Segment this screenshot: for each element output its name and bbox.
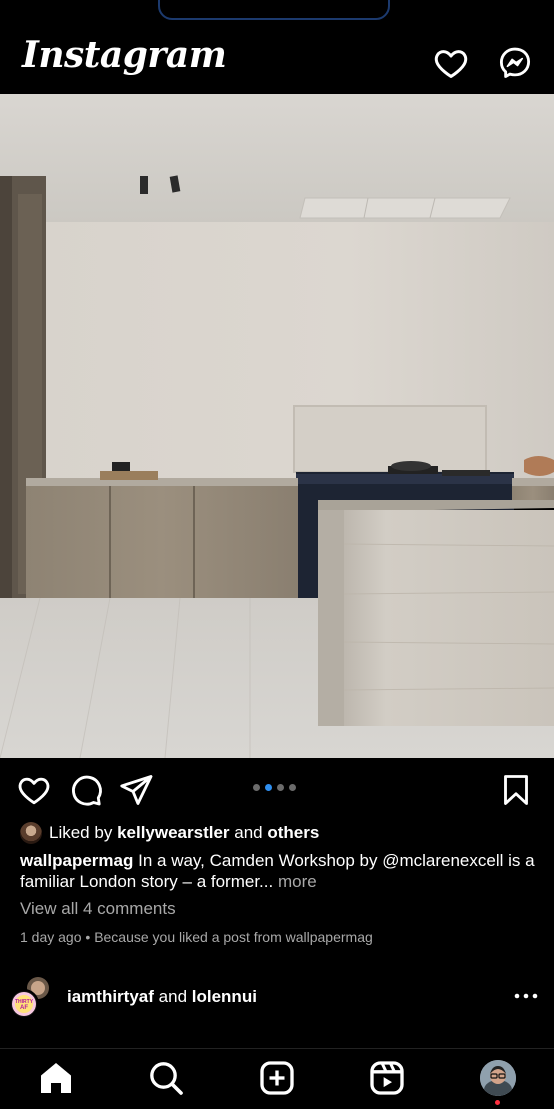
- meta-separator: •: [85, 929, 91, 945]
- create-plus-icon[interactable]: [257, 1058, 297, 1098]
- carousel-dot-active: [265, 784, 272, 791]
- comment-icon[interactable]: [68, 772, 104, 808]
- liker-username[interactable]: kellywearstler: [117, 823, 229, 843]
- save-bookmark-icon[interactable]: [498, 772, 534, 808]
- top-header: Instagram: [0, 0, 554, 94]
- share-paper-plane-icon[interactable]: [118, 772, 154, 808]
- reels-icon[interactable]: [367, 1058, 407, 1098]
- carousel-indicator: [253, 784, 296, 791]
- search-icon[interactable]: [146, 1058, 186, 1098]
- carousel-dot: [277, 784, 284, 791]
- post-photo-kitchen[interactable]: [0, 94, 554, 758]
- next-post-avatar[interactable]: THIRTY AF: [9, 976, 58, 1019]
- post-timestamp: 1 day ago: [20, 929, 82, 945]
- carousel-dot: [289, 784, 296, 791]
- post-reason: Because you liked a post from wallpaperm…: [94, 929, 373, 945]
- more-options-icon[interactable]: [512, 986, 540, 1006]
- home-icon[interactable]: [36, 1058, 76, 1098]
- caption-username[interactable]: wallpapermag: [20, 851, 133, 870]
- svg-text:AF: AF: [20, 1005, 28, 1011]
- next-post-user-2[interactable]: lolennui: [192, 987, 257, 1006]
- post-meta: 1 day ago • Because you liked a post fro…: [20, 929, 373, 945]
- post-caption: wallpapermag In a way, Camden Workshop b…: [20, 850, 540, 892]
- carousel-dot: [253, 784, 260, 791]
- view-comments-link[interactable]: View all 4 comments: [20, 899, 176, 919]
- likes-others[interactable]: others: [267, 823, 319, 843]
- next-post-joiner: and: [158, 987, 188, 1006]
- likes-prefix: Liked by: [49, 823, 113, 842]
- caption-more-link[interactable]: more: [278, 872, 317, 891]
- next-post-usernames: iamthirtyaf and lolennui: [67, 987, 257, 1007]
- profile-avatar[interactable]: [480, 1060, 516, 1096]
- next-post-user-1[interactable]: iamthirtyaf: [67, 987, 154, 1006]
- profile-notification-dot: [495, 1100, 500, 1105]
- instagram-logo[interactable]: Instagram: [22, 34, 227, 76]
- messenger-icon[interactable]: [496, 44, 534, 82]
- liker-avatar: [20, 822, 42, 844]
- notifications-heart-icon[interactable]: [432, 44, 470, 82]
- likes-joiner: and: [234, 823, 263, 842]
- likes-summary[interactable]: Liked by kellywearstler and others: [20, 822, 319, 844]
- like-heart-icon[interactable]: [16, 772, 52, 808]
